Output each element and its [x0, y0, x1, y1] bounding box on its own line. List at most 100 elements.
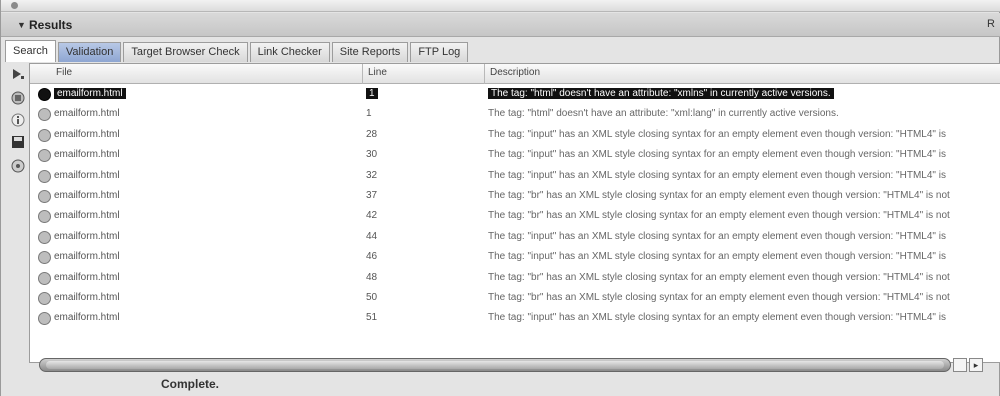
file-cell: emailform.html — [54, 251, 120, 262]
table-row[interactable]: emailform.html 28 The tag: "input" has an … — [30, 126, 1000, 146]
description-cell-text: The tag: "br" has an XML style closing s… — [488, 189, 950, 201]
panel-right-label: R — [987, 18, 995, 30]
line-cell-text: 51 — [366, 312, 378, 324]
file-cell-text: emailform.html — [54, 189, 120, 201]
file-icon — [38, 88, 51, 101]
column-divider[interactable] — [484, 64, 485, 84]
file-icon — [38, 169, 51, 183]
table-row[interactable]: emailform.html 30 The tag: "input" has an … — [30, 146, 1000, 166]
file-cell: emailform.html — [54, 292, 120, 303]
table-row[interactable]: emailform.html 32 The tag: "input" has an … — [30, 167, 1000, 187]
file-cell-text: emailform.html — [54, 291, 120, 303]
window-grip-icon — [11, 2, 18, 9]
file-cell-text: emailform.html — [54, 271, 120, 283]
description-cell: The tag: "input" has an XML style closin… — [488, 129, 946, 140]
line-cell: 50 — [366, 292, 377, 303]
file-icon — [38, 189, 51, 203]
line-cell-text: 1 — [366, 108, 372, 120]
file-cell-text: emailform.html — [54, 312, 120, 324]
table-row[interactable]: emailform.html 51 The tag: "input" has an … — [30, 309, 1000, 329]
description-cell: The tag: "br" has an XML style closing s… — [488, 272, 950, 283]
table-row[interactable]: emailform.html 46 The tag: "input" has an … — [30, 248, 1000, 268]
file-cell: emailform.html — [54, 210, 120, 221]
file-icon — [38, 128, 51, 142]
column-header: File Line Description — [30, 64, 1000, 84]
collapse-triangle-icon[interactable]: ▼ — [17, 20, 26, 30]
scrollbar-thumb[interactable] — [46, 361, 944, 369]
browse-report-icon[interactable] — [11, 159, 25, 173]
line-cell: 51 — [366, 312, 377, 323]
file-icon — [38, 210, 51, 224]
file-cell-text: emailform.html — [54, 108, 120, 120]
column-line-header[interactable]: Line — [368, 67, 387, 78]
file-icon — [38, 312, 51, 326]
description-cell: The tag: "html" doesn't have an attribut… — [488, 108, 839, 119]
file-cell: emailform.html — [54, 88, 126, 99]
results-panel-window: ▼ Results R Search Validation Target Bro… — [0, 0, 1000, 396]
results-toolbar — [5, 63, 29, 373]
file-icon — [38, 230, 51, 244]
scroll-left-button[interactable] — [953, 358, 967, 372]
tab-link-checker[interactable]: Link Checker — [249, 42, 330, 62]
description-cell-text: The tag: "html" doesn't have an attribut… — [488, 88, 834, 99]
file-icon — [38, 291, 51, 305]
line-cell: 37 — [366, 190, 377, 201]
column-divider[interactable] — [362, 64, 363, 84]
table-row[interactable]: emailform.html 42 The tag: "br" has an XML… — [30, 207, 1000, 227]
horizontal-scrollbar[interactable] — [39, 358, 951, 372]
description-cell-text: The tag: "input" has an XML style closin… — [488, 149, 946, 161]
more-info-icon[interactable] — [11, 113, 25, 127]
description-cell-text: The tag: "html" doesn't have an attribut… — [488, 108, 839, 120]
results-list: File Line Description emailform.html 1 The… — [29, 63, 1000, 363]
table-row[interactable]: emailform.html 50 The tag: "br" has an XML… — [30, 289, 1000, 309]
tab-site-reports[interactable]: Site Reports — [331, 42, 409, 62]
description-cell-text: The tag: "input" has an XML style closin… — [488, 230, 946, 242]
line-cell: 32 — [366, 170, 377, 181]
table-row[interactable]: emailform.html 1 The tag: "html" doesn't h… — [30, 105, 1000, 125]
line-cell: 28 — [366, 129, 377, 140]
stop-icon[interactable] — [11, 91, 25, 105]
tab-search[interactable]: Search — [5, 40, 56, 62]
description-cell: The tag: "input" has an XML style closin… — [488, 149, 946, 160]
line-cell-text: 28 — [366, 128, 378, 140]
tab-validation[interactable]: Validation — [57, 42, 122, 62]
window-top-strip — [1, 0, 1000, 12]
description-cell-text: The tag: "input" has an XML style closin… — [488, 128, 946, 140]
file-icon — [38, 251, 51, 265]
file-icon — [38, 108, 51, 122]
table-row[interactable]: emailform.html 48 The tag: "br" has an XML… — [30, 269, 1000, 289]
description-cell-text: The tag: "br" has an XML style closing s… — [488, 291, 950, 303]
results-rows: emailform.html 1 The tag: "html" doesn't h… — [30, 85, 1000, 330]
results-panel-header[interactable]: ▼ Results R — [1, 13, 1000, 37]
description-cell: The tag: "br" has an XML style closing s… — [488, 210, 950, 221]
table-row[interactable]: emailform.html 44 The tag: "input" has an … — [30, 228, 1000, 248]
line-cell-text: 30 — [366, 149, 378, 161]
description-cell: The tag: "input" has an XML style closin… — [488, 231, 946, 242]
description-cell-text: The tag: "input" has an XML style closin… — [488, 169, 946, 181]
line-cell-text: 46 — [366, 251, 378, 263]
column-file-header[interactable]: File — [56, 67, 72, 78]
tab-ftp-log[interactable]: FTP Log — [410, 42, 469, 62]
file-cell: emailform.html — [54, 129, 120, 140]
file-icon — [38, 271, 51, 285]
line-cell: 1 — [366, 88, 378, 99]
table-row[interactable]: emailform.html 37 The tag: "br" has an XML… — [30, 187, 1000, 207]
status-text: Complete. — [161, 377, 220, 391]
description-cell: The tag: "br" has an XML style closing s… — [488, 190, 950, 201]
file-cell-text: emailform.html — [54, 230, 120, 242]
scroll-right-button[interactable]: ▸ — [969, 358, 983, 372]
line-cell-text: 48 — [366, 271, 378, 283]
line-cell: 46 — [366, 251, 377, 262]
description-cell-text: The tag: "input" has an XML style closin… — [488, 312, 946, 324]
file-cell-text: emailform.html — [54, 251, 120, 263]
table-row[interactable]: emailform.html 1 The tag: "html" doesn't h… — [30, 85, 1000, 105]
description-cell: The tag: "input" has an XML style closin… — [488, 312, 946, 323]
file-cell-text: emailform.html — [54, 169, 120, 181]
save-report-icon[interactable] — [11, 135, 25, 149]
file-cell: emailform.html — [54, 231, 120, 242]
file-cell: emailform.html — [54, 190, 120, 201]
column-description-header[interactable]: Description — [490, 67, 540, 78]
description-cell-text: The tag: "br" has an XML style closing s… — [488, 271, 950, 283]
tab-target-browser-check[interactable]: Target Browser Check — [123, 42, 248, 62]
run-validation-icon[interactable] — [11, 67, 25, 81]
